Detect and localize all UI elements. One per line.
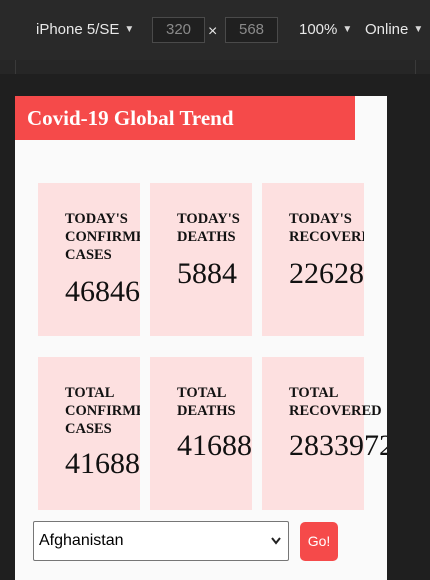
card-value: 41688870	[65, 447, 140, 480]
country-select-value: Afghanistan	[39, 532, 124, 549]
device-ruler	[0, 60, 430, 74]
device-name: iPhone 5/SE	[36, 21, 120, 38]
card-label: TODAY'S DEATHS	[177, 211, 240, 245]
card-value: 28339727	[289, 429, 387, 462]
caret-down-icon: ▼	[124, 24, 135, 35]
network-throttle-selector[interactable]: Online ▼	[365, 18, 423, 42]
caret-down-icon: ▼	[413, 24, 424, 35]
card-value: 468460	[65, 275, 140, 308]
caret-down-icon: ▼	[342, 24, 353, 35]
zoom-value: 100%	[299, 21, 338, 38]
card-label: TODAY'S RECOVERED	[289, 211, 364, 245]
network-value: Online	[365, 21, 409, 38]
today-deaths-card: TODAY'S DEATHS 5884	[150, 183, 252, 336]
devtools-toolbar: iPhone 5/SE ▼ 320 × 568 100% ▼ Online ▼	[0, 0, 430, 60]
card-label: TOTAL CONFIRMED CASES	[65, 385, 140, 437]
viewport-width-input[interactable]: 320	[152, 17, 205, 43]
device-selector[interactable]: iPhone 5/SE ▼	[36, 18, 134, 42]
viewport-height-input[interactable]: 568	[225, 17, 278, 43]
go-button[interactable]: Go!	[300, 522, 338, 561]
country-select[interactable]: Afghanistan	[33, 521, 289, 561]
card-value: 41688870	[177, 429, 252, 462]
zoom-selector[interactable]: 100% ▼	[299, 18, 352, 42]
emulated-viewport: Covid-19 Global Trend TODAY'S CONFIRMED …	[15, 96, 387, 580]
dimension-times-icon: ×	[208, 23, 218, 40]
page-title: Covid-19 Global Trend	[15, 96, 355, 140]
total-recovered-card: TOTAL RECOVERED 28339727	[262, 357, 387, 510]
total-deaths-card: TOTAL DEATHS 41688870	[150, 357, 252, 510]
total-confirmed-card: TOTAL CONFIRMED CASES 41688870	[38, 357, 140, 510]
card-value: 226280	[289, 257, 364, 290]
ruler-spacer	[0, 74, 430, 96]
card-value: 5884	[177, 257, 237, 290]
chevron-down-icon	[270, 522, 282, 575]
today-confirmed-card: TODAY'S CONFIRMED CASES 468460	[38, 183, 140, 336]
card-label: TOTAL RECOVERED	[289, 385, 382, 419]
card-label: TOTAL DEATHS	[177, 385, 236, 419]
card-label: TODAY'S CONFIRMED CASES	[65, 211, 140, 263]
today-recovered-card: TODAY'S RECOVERED 226280	[262, 183, 364, 336]
